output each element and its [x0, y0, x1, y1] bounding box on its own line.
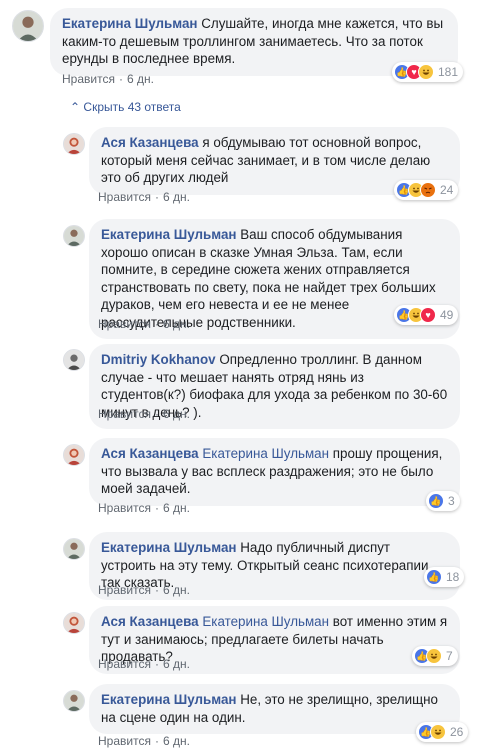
comment-meta: Нравится · 6 дн. [62, 72, 154, 86]
avatar[interactable] [63, 612, 85, 634]
reaction-summary[interactable]: 👍 26 [416, 722, 469, 742]
like-link[interactable]: Нравится [62, 72, 115, 86]
like-link[interactable]: Нравится [98, 190, 151, 204]
like-icon: 👍 [428, 493, 444, 509]
timestamp[interactable]: 6 дн. [163, 501, 190, 515]
avatar[interactable] [63, 225, 85, 247]
avatar[interactable] [63, 349, 85, 371]
reply-author[interactable]: Екатерина Шульман [101, 540, 236, 555]
timestamp[interactable]: 6 дн. [163, 190, 190, 204]
reaction-summary[interactable]: 👍 24 [394, 180, 459, 200]
avatar[interactable] [63, 538, 85, 560]
timestamp[interactable]: 6 дн. [163, 583, 190, 597]
like-link[interactable]: Нравится [98, 583, 151, 597]
mention-link[interactable]: Екатерина Шульман [202, 614, 329, 629]
reply-author[interactable]: Ася Казанцева [101, 446, 199, 461]
like-link[interactable]: Нравится [98, 657, 151, 671]
reply-author[interactable]: Dmitriy Kokhanov [101, 352, 216, 367]
like-link[interactable]: Нравится [98, 407, 151, 421]
avatar[interactable] [63, 690, 85, 712]
reaction-count: 26 [450, 725, 464, 739]
reply-meta: Нравится · 6 дн. [98, 190, 190, 204]
reaction-summary[interactable]: 👍 7 [412, 646, 458, 666]
mention-link[interactable]: Екатерина Шульман [202, 446, 329, 461]
hide-replies-toggle[interactable]: ⌃ Скрыть 43 ответа [70, 100, 181, 114]
chevron-up-icon: ⌃ [70, 100, 81, 114]
reply-meta: Нравится · 6 дн. [98, 407, 190, 421]
avatar[interactable] [63, 133, 85, 155]
reply-meta: Нравится · 6 дн. [98, 657, 190, 671]
like-link[interactable]: Нравится [98, 501, 151, 515]
avatar[interactable] [63, 444, 85, 466]
reaction-summary[interactable]: 👍 ♥ 181 [392, 62, 464, 82]
reply-author[interactable]: Екатерина Шульман [101, 227, 236, 242]
reaction-count: 18 [446, 570, 460, 584]
reaction-count: 3 [448, 494, 455, 508]
reply-text: Ваш способ обдумывания хорошо описан в с… [101, 227, 436, 330]
timestamp[interactable]: 6 дн. [163, 657, 190, 671]
reply-bubble: Екатерина Шульман Не, это не зрелищно, з… [89, 684, 460, 734]
comment-author[interactable]: Екатерина Шульман [62, 16, 197, 31]
hide-replies-label: Скрыть 43 ответа [83, 100, 181, 114]
like-link[interactable]: Нравится [98, 734, 151, 748]
reply-bubble: Ася Казанцева Екатерина Шульман прошу пр… [89, 438, 460, 506]
angry-icon [420, 182, 436, 198]
love-icon: ♥ [420, 307, 436, 323]
reaction-summary[interactable]: 👍 3 [426, 491, 460, 511]
reaction-count: 7 [446, 649, 453, 663]
reply-meta: Нравится · 6 дн. [98, 734, 190, 748]
reply-author[interactable]: Ася Казанцева [101, 135, 199, 150]
reaction-count: 181 [438, 65, 459, 79]
reply-meta: Нравится · 6 дн. [98, 583, 190, 597]
reaction-count: 49 [440, 308, 454, 322]
reaction-summary[interactable]: 👍 18 [424, 567, 465, 587]
reaction-count: 24 [440, 183, 454, 197]
haha-icon [418, 64, 434, 80]
timestamp[interactable]: 6 дн. [163, 407, 190, 421]
reply-meta: Нравится · 6 дн. [98, 317, 190, 331]
reply-meta: Нравится · 6 дн. [98, 501, 190, 515]
reply-author[interactable]: Екатерина Шульман [101, 692, 236, 707]
timestamp[interactable]: 6 дн. [163, 734, 190, 748]
haha-icon [426, 648, 442, 664]
timestamp[interactable]: 6 дн. [127, 72, 154, 86]
timestamp[interactable]: 6 дн. [163, 317, 190, 331]
reaction-summary[interactable]: 👍 ♥ 49 [394, 305, 459, 325]
haha-icon [430, 724, 446, 740]
like-link[interactable]: Нравится [98, 317, 151, 331]
reply-author[interactable]: Ася Казанцева [101, 614, 199, 629]
like-icon: 👍 [426, 569, 442, 585]
avatar[interactable] [12, 10, 44, 42]
